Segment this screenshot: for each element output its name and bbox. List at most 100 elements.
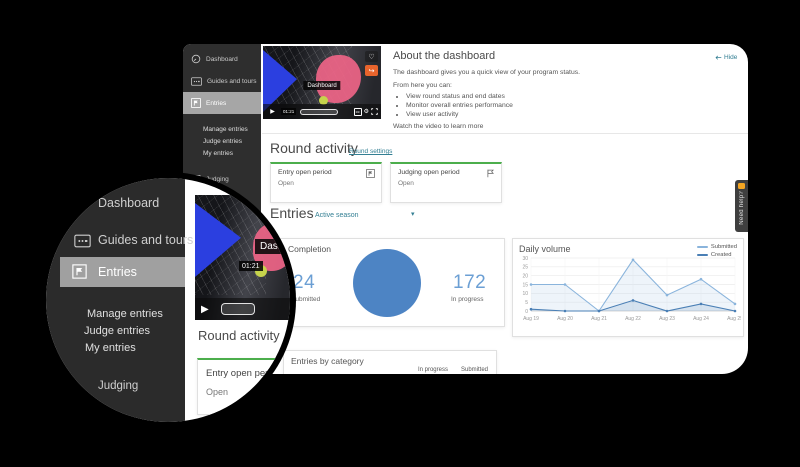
svg-text:20: 20: [522, 273, 528, 279]
dashboard-icon: [191, 54, 201, 64]
svg-text:Aug 24: Aug 24: [693, 316, 709, 322]
about-bullet: View user activity: [406, 111, 741, 118]
help-icon: [738, 183, 745, 189]
video-title-overlay: Dashboard: [255, 239, 290, 254]
magnified-item-dashboard: Dashboard: [98, 196, 159, 210]
play-icon: ▶: [201, 304, 209, 315]
sidebar-item-judge-entries[interactable]: Judge entries: [203, 138, 242, 145]
sidebar-item-my-entries[interactable]: My entries: [203, 150, 233, 157]
magnified-item-my: My entries: [85, 342, 136, 354]
gear-icon[interactable]: ⚙: [364, 108, 369, 115]
completion-title: Completion: [288, 244, 331, 254]
heart-icon: ♡: [368, 53, 374, 61]
about-footer: Watch the video to learn more: [393, 123, 741, 130]
about-panel: About the dashboard The dashboard gives …: [393, 50, 741, 130]
magnified-item-entries-selected: Entries: [60, 257, 185, 287]
submitted-count: 24: [293, 272, 315, 294]
video-controls: ▶: [195, 298, 290, 320]
about-bullet-list: View round status and end dates Monitor …: [397, 93, 741, 118]
need-help-label: Need help?: [739, 191, 745, 225]
svg-text:10: 10: [522, 291, 528, 297]
video-title-overlay: Dashboard: [303, 81, 340, 90]
svg-text:Aug 19: Aug 19: [523, 316, 539, 322]
hide-icon: [715, 55, 722, 61]
video-like-button[interactable]: ♡: [365, 51, 378, 62]
about-bullet: View round status and end dates: [406, 93, 741, 100]
round-card-status: Open: [206, 387, 228, 397]
about-lead: From here you can:: [393, 82, 741, 89]
hide-link[interactable]: Hide: [715, 54, 737, 61]
col-submitted: Submitted: [461, 367, 488, 373]
video-progress-bar: [221, 303, 255, 315]
video-share-button[interactable]: ↪: [365, 65, 378, 76]
daily-volume-card: Daily volume Submitted Created 051015202…: [512, 238, 744, 337]
entries-icon: [191, 98, 201, 108]
video-duration-badge: 01:21: [281, 108, 296, 115]
sidebar-item-manage-entries[interactable]: Manage entries: [203, 126, 248, 133]
magnifier-circle: Dashboard Guides and tours Entries Manag…: [46, 178, 290, 422]
entries-by-category-title: Entries by category: [291, 356, 364, 366]
about-bullet: Monitor overall entries performance: [406, 102, 741, 109]
completion-card: Completion 24 Submitted 172 In progress: [280, 238, 505, 327]
round-settings-link[interactable]: Round settings: [349, 148, 392, 155]
video-controls: ▶ 01:21 cc ⚙: [263, 104, 381, 119]
section-divider: [262, 133, 748, 134]
chevron-down-icon[interactable]: ▾: [411, 210, 415, 218]
sidebar-item-guides[interactable]: Guides and tours: [183, 74, 261, 88]
svg-text:30: 30: [522, 256, 528, 262]
guides-icon: [191, 77, 202, 86]
magnified-item-manage: Manage entries: [87, 308, 163, 320]
about-title: About the dashboard: [393, 50, 741, 62]
entries-by-category-card: Entries by category In progress Submitte…: [283, 350, 497, 374]
svg-text:5: 5: [525, 300, 528, 306]
screenshot-canvas: Dashboard Guides and tours Entries Manag…: [0, 0, 800, 467]
sidebar-item-label: Entries: [206, 100, 226, 107]
video-progress-bar[interactable]: [300, 109, 338, 115]
magnified-sidebar: Dashboard Guides and tours Entries Manag…: [46, 178, 185, 422]
in-progress-label: In progress: [451, 296, 484, 303]
round-card-title: Judging open period: [398, 169, 460, 176]
svg-text:25: 25: [522, 265, 528, 271]
about-intro: The dashboard gives you a quick view of …: [393, 69, 741, 76]
magnified-item-guides: Guides and tours: [98, 233, 193, 247]
legend-swatch: [697, 246, 708, 248]
round-card-title: Entry open period: [206, 368, 281, 379]
fullscreen-icon[interactable]: [371, 108, 378, 115]
season-filter[interactable]: Active season: [315, 212, 359, 219]
play-icon: ▶: [270, 108, 275, 115]
round-card-status: Open: [398, 180, 414, 187]
guides-icon: [74, 234, 91, 248]
flag-icon: [486, 169, 495, 178]
magnified-item-entries: Entries: [98, 265, 137, 279]
col-in-progress: In progress: [418, 367, 448, 373]
svg-text:15: 15: [522, 282, 528, 288]
svg-text:Aug 20: Aug 20: [557, 316, 573, 322]
magnified-item-judging: Judging: [98, 380, 138, 392]
magnified-round-activity-title: Round activity: [198, 328, 280, 343]
completion-pie: [353, 249, 421, 317]
magnified-video: Dashboard 01:21 ▶: [195, 195, 290, 320]
video-duration-badge: 01:21: [239, 261, 263, 271]
round-card-title: Entry open period: [278, 169, 332, 176]
round-card-judging-open[interactable]: Judging open period Open: [390, 162, 502, 203]
need-help-tab[interactable]: Need help?: [735, 180, 748, 232]
entry-period-icon: [366, 169, 375, 178]
video-player[interactable]: Dashboard ♡ ↪ ▶ 01:21 cc ⚙: [263, 46, 381, 119]
sidebar-item-entries[interactable]: Entries: [183, 92, 261, 114]
round-activity-title: Round activity: [270, 140, 358, 156]
sidebar-item-dashboard[interactable]: Dashboard: [183, 52, 261, 66]
magnified-round-card: Entry open period Open: [197, 358, 290, 415]
sidebar-item-label: Guides and tours: [207, 78, 257, 85]
svg-text:Aug 21: Aug 21: [591, 316, 607, 322]
cc-icon[interactable]: cc: [354, 108, 362, 116]
magnified-item-judge: Judge entries: [84, 325, 150, 337]
svg-text:Aug 23: Aug 23: [659, 316, 675, 322]
daily-volume-chart: 0 5 10 15 20 25 30 Aug 19 Aug 20 Aug 21 Aug 22 Aug …: [515, 253, 741, 335]
entries-icon: [72, 264, 87, 279]
svg-text:Aug 22: Aug 22: [625, 316, 641, 322]
svg-text:0: 0: [525, 309, 528, 315]
svg-text:Aug 25: Aug 25: [727, 316, 741, 322]
play-button[interactable]: ▶: [266, 106, 279, 117]
share-icon: ↪: [369, 67, 375, 75]
round-card-status: Open: [278, 180, 294, 187]
